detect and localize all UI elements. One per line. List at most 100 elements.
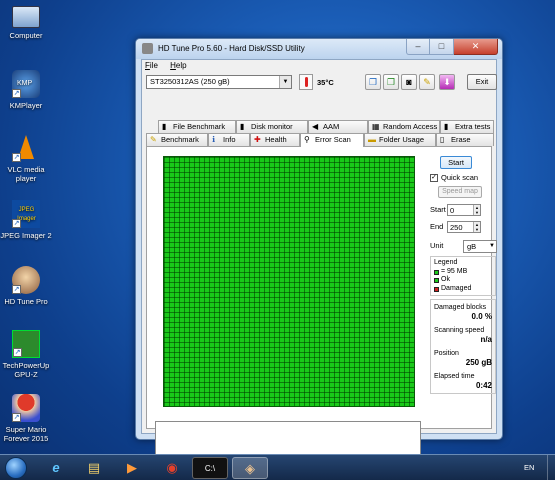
start-button[interactable]: Start — [440, 156, 472, 169]
scan-stats-box: Damaged blocks 0.0 % Scanning speed n/a … — [430, 299, 496, 394]
unit-select[interactable]: gB ▼ — [463, 240, 497, 253]
file-explorer-icon[interactable]: ▤ — [76, 457, 112, 479]
tab-label: Health — [265, 135, 287, 144]
tab-benchmark[interactable]: ✎ Benchmark — [146, 133, 208, 146]
super-mario-icon: ↗ — [12, 394, 40, 422]
shortcut-arrow-icon: ↗ — [12, 219, 21, 228]
copy-text-button[interactable]: ❐ — [365, 74, 381, 90]
tab-label: AAM — [323, 122, 340, 131]
tab-row-top: ▮ File Benchmark ▮ Disk monitor ◀ AAM ▦ Rand… — [146, 120, 494, 133]
maximize-button[interactable]: □ — [430, 39, 454, 55]
position-label: Position — [434, 350, 459, 357]
drive-select[interactable]: ST3250312AS (250 gB) ▼ — [146, 75, 292, 89]
scan-log-box[interactable] — [155, 421, 421, 455]
end-field-row: End 250 ▲ ▼ — [430, 221, 492, 235]
info-icon: ℹ — [212, 135, 216, 144]
hd-tune-taskbar-icon[interactable]: ◈ — [232, 457, 268, 479]
client-area: File Help ST3250312AS (250 gB) ▼ 35°C ❐ … — [141, 59, 497, 455]
tab-error-scan[interactable]: ⚲ Error Scan — [300, 133, 364, 147]
tab-erase[interactable]: ▯ Erase — [436, 133, 494, 146]
kmplayer-icon: KMP ↗ — [12, 70, 40, 98]
copy-image-icon: ❐ — [386, 77, 396, 87]
desktop-icon-label: JPEG Imager 2 — [0, 231, 52, 240]
options-button[interactable]: ✎ — [419, 74, 435, 90]
damaged-blocks-label: Damaged blocks — [434, 304, 487, 311]
desktop-icon-jpeg-imager[interactable]: JPEG Imager ↗ JPEG Imager 2 — [0, 200, 52, 240]
start-field-row: Start 0 ▲ ▼ — [430, 204, 492, 218]
media-player-icon[interactable]: ▶ — [114, 457, 150, 479]
hd-tune-icon: ↗ — [12, 266, 40, 294]
end-field[interactable]: 250 ▲ ▼ — [447, 221, 481, 233]
minimize-button[interactable]: – — [406, 39, 430, 55]
wrench-icon: ✎ — [423, 77, 431, 87]
close-button[interactable]: ✕ — [454, 39, 498, 55]
desktop-icon-gpuz[interactable]: ↗ TechPowerUp GPU-Z — [0, 330, 52, 379]
legend-item-damaged: Damaged — [434, 285, 492, 294]
spinner-icon[interactable]: ▲ ▼ — [473, 205, 480, 215]
chrome-icon[interactable]: ◉ — [154, 457, 190, 479]
end-field-value: 250 — [450, 223, 463, 232]
exit-button[interactable]: Exit — [467, 74, 497, 90]
desktop-icon-label: HD Tune Pro — [4, 297, 48, 306]
error-scan-panel: Start ✓ Quick scan Speed map Start 0 ▲ ▼ E… — [146, 146, 497, 455]
start-field-value: 0 — [450, 206, 455, 215]
menu-file[interactable]: File — [145, 61, 158, 70]
command-prompt-icon[interactable]: C:\ — [192, 457, 228, 479]
desktop-icon-hd-tune[interactable]: ↗ HD Tune Pro — [0, 266, 52, 306]
legend-label: Damaged — [441, 284, 472, 292]
unit-label: Unit — [430, 241, 444, 250]
save-screenshot-button[interactable]: ◙ — [401, 74, 417, 90]
speed-map-button[interactable]: Speed map — [438, 186, 482, 198]
start-field[interactable]: 0 ▲ ▼ — [447, 204, 481, 216]
desktop-icon-kmplayer[interactable]: KMP ↗ KMPlayer — [0, 70, 52, 110]
copy-screenshot-button[interactable]: ❐ — [383, 74, 399, 90]
camera-icon: ◙ — [406, 77, 412, 87]
tab-extra-tests[interactable]: ▮ Extra tests — [440, 120, 494, 133]
damaged-blocks-value: 0.0 % — [471, 312, 492, 321]
arrow-down-icon: ⬇ — [443, 77, 451, 87]
legend-swatch — [434, 269, 439, 275]
tab-label: Disk monitor — [251, 122, 293, 131]
title-bar[interactable]: HD Tune Pro 5.60 - Hard Disk/SSD Utility… — [136, 39, 502, 59]
folder-icon: ▬ — [368, 135, 376, 144]
start-orb-button[interactable] — [5, 457, 27, 479]
tab-label: Erase — [451, 135, 471, 144]
window-title: HD Tune Pro 5.60 - Hard Disk/SSD Utility — [158, 44, 305, 53]
legend-label: = 95 MB — [441, 267, 468, 275]
legend-item-block-size: = 95 MB — [434, 268, 492, 277]
legend-box: Legend = 95 MB Ok Damaged — [430, 256, 496, 296]
spinner-icon[interactable]: ▲ ▼ — [473, 222, 480, 232]
internet-explorer-icon[interactable]: e — [38, 457, 74, 479]
end-field-label: End — [430, 222, 444, 231]
drive-select-value: ST3250312AS (250 gB) — [150, 77, 230, 86]
tab-aam[interactable]: ◀ AAM — [308, 120, 368, 133]
tab-health[interactable]: ✚ Health — [250, 133, 300, 146]
tab-random-access[interactable]: ▦ Random Access — [368, 120, 440, 133]
extra-tests-icon: ▮ — [444, 122, 449, 131]
download-button[interactable]: ⬇ — [439, 74, 455, 90]
desktop-icon-super-mario[interactable]: ↗ Super Mario Forever 2015 — [0, 394, 52, 443]
tab-file-benchmark[interactable]: ▮ File Benchmark — [158, 120, 236, 133]
speaker-icon: ◀ — [312, 122, 319, 131]
scan-controls: Start ✓ Quick scan Speed map Start 0 ▲ ▼ E… — [430, 156, 497, 394]
tab-info[interactable]: ℹ Info — [208, 133, 250, 146]
desktop-icon-label: VLC media player — [7, 165, 45, 183]
legend-item-ok: Ok — [434, 276, 492, 285]
hd-tune-window: HD Tune Pro 5.60 - Hard Disk/SSD Utility… — [135, 38, 503, 455]
language-indicator[interactable]: EN — [524, 463, 534, 472]
erase-icon: ▯ — [440, 135, 445, 144]
desktop-icon-vlc[interactable]: ↗ VLC media player — [0, 134, 52, 183]
menu-help[interactable]: Help — [170, 61, 186, 70]
benchmark-icon: ✎ — [150, 135, 157, 144]
show-desktop-button[interactable] — [547, 455, 555, 480]
unit-value: gB — [467, 242, 477, 251]
random-access-icon: ▦ — [372, 122, 380, 131]
desktop-icon-computer[interactable]: Computer — [0, 6, 52, 40]
position-value: 250 gB — [465, 358, 492, 367]
tab-folder-usage[interactable]: ▬ Folder Usage — [364, 133, 436, 146]
scanning-speed-label: Scanning speed — [434, 327, 485, 334]
start-field-label: Start — [430, 205, 446, 214]
checkmark-icon: ✓ — [430, 174, 438, 182]
quick-scan-checkbox[interactable]: ✓ Quick scan — [430, 173, 492, 183]
tab-disk-monitor[interactable]: ▮ Disk monitor — [236, 120, 308, 133]
